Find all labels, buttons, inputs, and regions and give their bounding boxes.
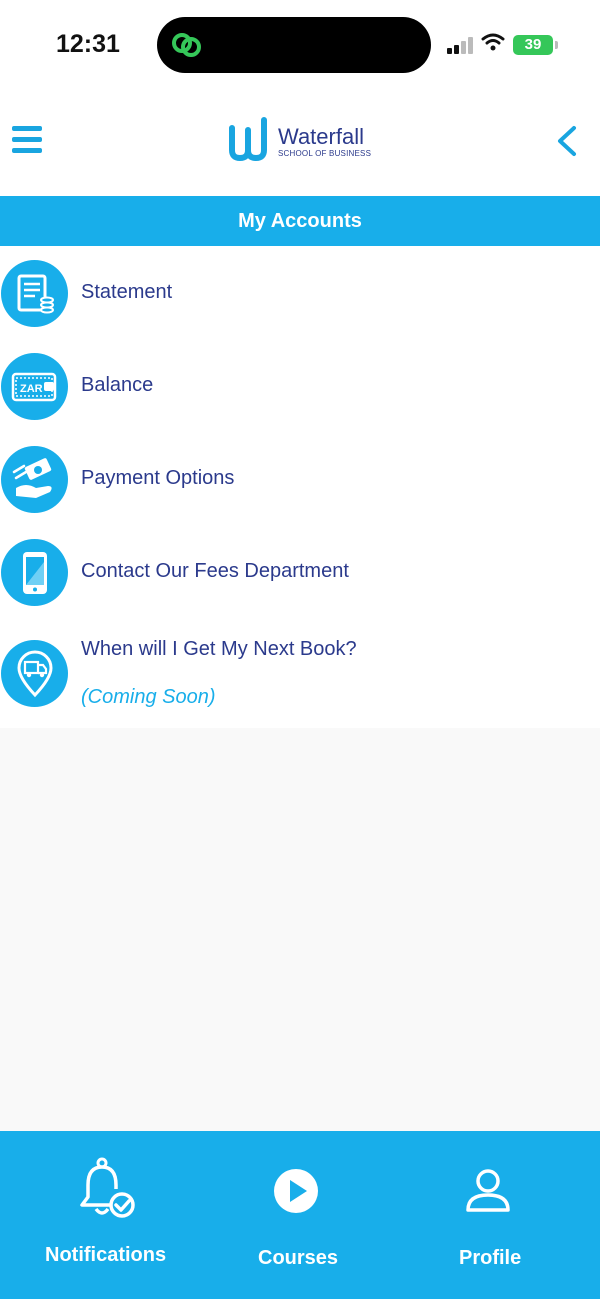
list-item-next-book[interactable]: When will I Get My Next Book? (Coming So… bbox=[0, 632, 600, 728]
status-bar: 12:31 39 bbox=[0, 0, 600, 92]
logo-mark-icon bbox=[228, 116, 270, 167]
accounts-menu-list: Statement ZAR Balance Payment Options Co… bbox=[0, 246, 600, 728]
chevron-left-icon bbox=[552, 126, 580, 162]
bottom-nav: Notifications Courses Profile bbox=[0, 1131, 600, 1299]
list-item-label: Contact Our Fees Department bbox=[81, 560, 349, 582]
list-item-label: Payment Options bbox=[81, 467, 235, 489]
app-header: Waterfall SCHOOL OF BUSINESS bbox=[0, 92, 600, 196]
phone-icon bbox=[1, 539, 68, 606]
list-item-label: Balance bbox=[81, 374, 154, 396]
play-circle-icon bbox=[273, 1168, 319, 1219]
back-button[interactable] bbox=[552, 124, 580, 163]
user-icon bbox=[464, 1167, 512, 1218]
hamburger-menu-button[interactable] bbox=[12, 126, 42, 154]
nav-label: Notifications bbox=[45, 1244, 167, 1266]
list-item-label: Statement bbox=[81, 281, 173, 303]
nav-notifications[interactable]: Notifications bbox=[20, 1131, 190, 1299]
status-time: 12:31 bbox=[56, 30, 120, 58]
signal-icon bbox=[447, 36, 473, 54]
statement-icon bbox=[1, 260, 68, 327]
delivery-pin-icon bbox=[1, 640, 68, 707]
payment-hand-icon bbox=[1, 446, 68, 513]
logo-name: Waterfall bbox=[278, 124, 364, 149]
list-item-label: When will I Get My Next Book? bbox=[81, 638, 357, 660]
list-item-payment-options[interactable]: Payment Options bbox=[0, 446, 600, 536]
wifi-icon bbox=[481, 33, 505, 56]
nav-profile[interactable]: Profile bbox=[430, 1131, 550, 1299]
page-title: My Accounts bbox=[0, 196, 600, 246]
status-indicators: 39 bbox=[447, 33, 558, 56]
bell-check-icon bbox=[78, 1157, 138, 1226]
coming-soon-label: (Coming Soon) bbox=[81, 686, 216, 708]
wallet-icon: ZAR bbox=[1, 353, 68, 420]
link-icon bbox=[169, 29, 205, 66]
svg-text:ZAR: ZAR bbox=[20, 383, 43, 395]
logo-subtitle: SCHOOL OF BUSINESS bbox=[278, 149, 372, 158]
nav-label: Courses bbox=[258, 1247, 339, 1269]
list-item-balance[interactable]: ZAR Balance bbox=[0, 353, 600, 443]
nav-courses[interactable]: Courses bbox=[230, 1131, 370, 1299]
waterfall-logo: Waterfall SCHOOL OF BUSINESS bbox=[228, 116, 371, 167]
dynamic-island bbox=[157, 17, 431, 73]
nav-label: Profile bbox=[459, 1247, 522, 1269]
list-item-contact-fees[interactable]: Contact Our Fees Department bbox=[0, 539, 600, 629]
list-item-statement[interactable]: Statement bbox=[0, 260, 600, 350]
battery-indicator: 39 bbox=[513, 34, 558, 55]
